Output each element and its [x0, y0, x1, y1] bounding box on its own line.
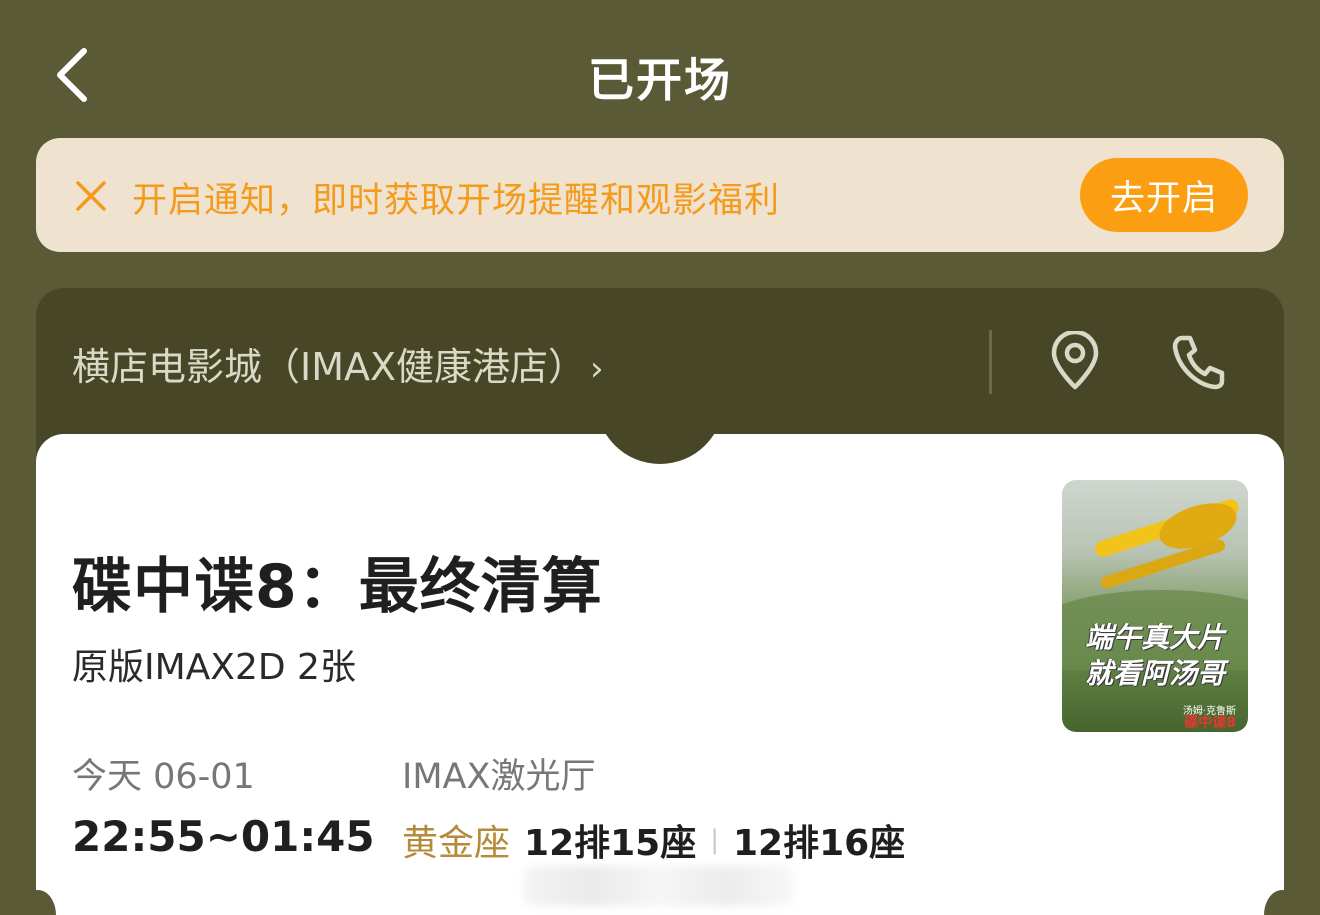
seat-separator: | [710, 825, 719, 855]
movie-format: 原版IMAX2D 2张 [72, 647, 356, 688]
notice-text: 开启通知，即时获取开场提醒和观影福利 [132, 181, 781, 221]
poster-slogan-line1: 端午真大片 [1084, 621, 1225, 654]
seat-info: 黄金座 12排15座 | 12排16座 [402, 814, 905, 866]
seat: 12排15座 [524, 823, 697, 864]
close-icon [76, 181, 106, 211]
enable-notification-button[interactable]: 去开启 [1080, 158, 1248, 232]
phone-icon [1172, 335, 1225, 390]
phone-button[interactable] [1163, 326, 1233, 396]
app-header: 已开场 [0, 0, 1320, 140]
seat-type: 黄金座 [402, 823, 511, 864]
cinema-name: 横店电影城（IMAX健康港店） [72, 345, 587, 389]
movie-poster[interactable]: 端午真大片 就看阿汤哥 汤姆·克鲁斯 碟中谍8 [1062, 480, 1248, 732]
show-date: 今天 06-01 [72, 757, 255, 797]
map-pin-icon [1051, 331, 1099, 390]
page-title: 已开场 [588, 53, 732, 107]
show-time: 22:55~01:45 [72, 812, 375, 861]
chevron-right-icon: › [590, 349, 604, 389]
cinema-name-link[interactable]: 横店电影城（IMAX健康港店） › [72, 336, 604, 391]
poster-slogan-line2: 就看阿汤哥 [1084, 657, 1225, 690]
seat: 12排16座 [732, 823, 906, 864]
divider [989, 330, 992, 394]
notice-close-button[interactable] [68, 170, 114, 222]
blurred-content [524, 866, 794, 906]
location-button[interactable] [1040, 326, 1110, 396]
movie-title: 碟中谍8：最终清算 [72, 552, 603, 622]
hall-name: IMAX激光厅 [402, 757, 596, 797]
poster-brand: 碟中谍8 [1184, 715, 1236, 731]
